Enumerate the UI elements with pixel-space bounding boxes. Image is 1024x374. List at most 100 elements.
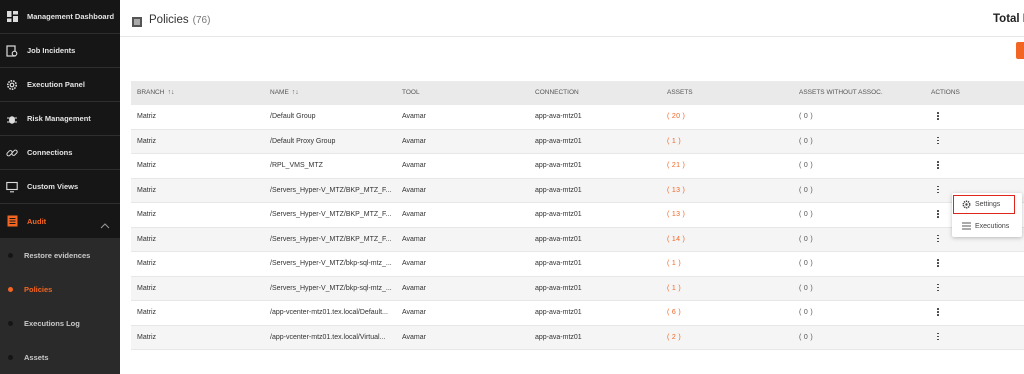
executions-label: Executions (975, 222, 1010, 230)
list-icon (132, 14, 142, 32)
cell-assets[interactable]: ( 20 ) (667, 113, 685, 120)
sidebar-item-custom-views[interactable]: Custom Views (0, 170, 120, 204)
more-actions-icon[interactable] (936, 210, 940, 220)
sidebar-subitem-restore-evidences[interactable]: Restore evidences (0, 238, 120, 272)
cell-name: /Servers_Hyper-V_MTZ/bkp-sql-mtz_... (270, 260, 392, 267)
more-actions-icon[interactable] (936, 234, 940, 245)
cell-connection: app-ava-mtz01 (535, 260, 582, 267)
table-body: Matriz/Default Group Avamar app-ava-mtz01 (… (131, 105, 1024, 350)
action-button[interactable] (1016, 42, 1024, 59)
column-header-branch[interactable]: BRANCH ↑↓ (137, 89, 174, 96)
sidebar-item-job-incidents[interactable]: Job Incidents (0, 34, 120, 68)
page-title-text: Policies (149, 14, 189, 26)
bullet-icon (8, 286, 13, 292)
bullet-icon (8, 320, 13, 326)
more-actions-icon[interactable] (936, 332, 940, 343)
more-actions-icon[interactable] (936, 283, 940, 294)
cell-assets[interactable]: ( 1 ) (667, 260, 681, 267)
sidebar: Management Dashboard Job Incidents Execu… (0, 0, 120, 374)
column-header-tool: TOOL (402, 89, 420, 96)
cell-branch: Matriz (137, 284, 157, 292)
cell-connection: app-ava-mtz01 (535, 162, 582, 169)
cell-assets-without-assoc[interactable]: ( 0 ) (799, 236, 813, 243)
cell-branch: Matriz (137, 333, 157, 341)
actions-menu: Settings Executions (952, 193, 1022, 237)
cell-assets-without-assoc[interactable]: ( 0 ) (799, 260, 813, 267)
audit-icon (6, 215, 18, 227)
cell-assets-without-assoc[interactable]: ( 0 ) (799, 187, 813, 194)
cell-name: /RPL_VMS_MTZ (270, 162, 323, 169)
cell-name: /Default Group (270, 113, 316, 120)
table-row: Matriz/Default Group Avamar app-ava-mtz01 (… (131, 105, 1024, 130)
cell-assets-without-assoc[interactable]: ( 0 ) (799, 113, 813, 120)
more-actions-icon[interactable] (936, 259, 940, 269)
executions-menu-item[interactable]: Executions (952, 216, 1022, 236)
more-actions-icon[interactable] (936, 136, 940, 147)
cell-assets[interactable]: ( 1 ) (667, 138, 681, 145)
cell-branch: Matriz (137, 162, 157, 169)
table-row: Matriz/Default Proxy Group Avamar app-ava-… (131, 129, 1024, 154)
table-row: Matriz/Servers_Hyper-V_MTZ/BKP_MTZ_F... A… (131, 227, 1024, 252)
cell-tool: Avamar (402, 260, 426, 267)
gear-icon (6, 79, 18, 91)
cell-assets[interactable]: ( 21 ) (667, 162, 685, 169)
cell-assets[interactable]: ( 14 ) (667, 236, 685, 243)
link-icon (6, 147, 18, 159)
more-actions-icon[interactable] (936, 308, 940, 318)
cell-tool: Avamar (402, 162, 426, 169)
cell-name: /Servers_Hyper-V_MTZ/BKP_MTZ_F... (270, 211, 392, 218)
table-row: Matriz/app-vcenter-mtz01.tex.local/Virtu… (131, 325, 1024, 350)
sidebar-item-risk-management[interactable]: Risk Management (0, 102, 120, 136)
cell-assets-without-assoc[interactable]: ( 0 ) (799, 309, 813, 316)
total-label: Total E (993, 13, 1024, 25)
sidebar-item-label: Custom Views (27, 182, 79, 191)
sidebar-item-connections[interactable]: Connections (0, 136, 120, 170)
cell-assets-without-assoc[interactable]: ( 0 ) (799, 138, 813, 145)
table-row: Matriz/app-vcenter-mtz01.tex.local/Defau… (131, 301, 1024, 326)
cell-assets[interactable]: ( 6 ) (667, 309, 681, 316)
cell-assets-without-assoc[interactable]: ( 0 ) (799, 285, 813, 292)
page-title: Policies (76) (149, 14, 210, 26)
main-content: Policies(76) Total E BRANCH↑↓ NAME↑↓ TOO… (120, 0, 1024, 359)
column-header-assets: ASSETS (667, 89, 693, 96)
sidebar-item-management-dashboard[interactable]: Management Dashboard (0, 0, 120, 34)
sidebar-subitem-label: Restore evidences (24, 250, 91, 260)
column-header-label: BRANCH (137, 89, 165, 96)
cell-tool: Avamar (402, 186, 426, 194)
cell-assets-without-assoc[interactable]: ( 0 ) (799, 211, 813, 218)
cell-assets[interactable]: ( 13 ) (667, 187, 685, 194)
sort-icon[interactable]: ↑↓ (167, 89, 174, 96)
cell-tool: Avamar (402, 309, 426, 316)
cell-branch: Matriz (137, 309, 157, 316)
cell-assets-without-assoc[interactable]: ( 0 ) (799, 162, 813, 169)
cell-connection: app-ava-mtz01 (535, 137, 582, 145)
column-header-name[interactable]: NAME ↑↓ (270, 89, 299, 96)
cell-assets[interactable]: ( 2 ) (667, 334, 681, 341)
sidebar-subitem-label: Policies (24, 284, 53, 294)
sidebar-item-audit[interactable]: Audit (0, 204, 120, 238)
more-actions-icon[interactable] (936, 112, 940, 122)
cell-assets[interactable]: ( 13 ) (667, 211, 685, 218)
settings-label: Settings (975, 201, 1001, 208)
cell-branch: Matriz (137, 235, 157, 243)
sidebar-subitem-policies[interactable]: Policies (0, 272, 120, 306)
cell-tool: Avamar (402, 284, 426, 292)
settings-menu-item[interactable]: Settings (953, 195, 1015, 214)
sort-icon[interactable]: ↑↓ (292, 89, 299, 96)
list-icon (962, 222, 971, 230)
cell-name: /Servers_Hyper-V_MTZ/BKP_MTZ_F... (270, 235, 392, 243)
more-actions-icon[interactable] (936, 161, 940, 171)
sidebar-subitem-executions-log[interactable]: Executions Log (0, 306, 120, 340)
sidebar-subitem-assets[interactable]: Assets (0, 340, 120, 374)
sidebar-item-execution-panel[interactable]: Execution Panel (0, 68, 120, 102)
table-row: Matriz/Servers_Hyper-V_MTZ/bkp-sql-mtz_.… (131, 252, 1024, 277)
policies-table: BRANCH ↑↓ NAME ↑↓ TOOL CONNECTION ASSETS A… (131, 81, 1024, 350)
more-actions-icon[interactable] (936, 185, 940, 196)
cell-tool: Avamar (402, 113, 426, 120)
monitor-icon (6, 181, 18, 193)
cell-connection: app-ava-mtz01 (535, 186, 582, 194)
cell-assets-without-assoc[interactable]: ( 0 ) (799, 334, 813, 341)
cell-assets[interactable]: ( 1 ) (667, 285, 681, 292)
sidebar-item-label: Connections (27, 148, 73, 157)
chevron-up-icon[interactable] (100, 216, 110, 234)
